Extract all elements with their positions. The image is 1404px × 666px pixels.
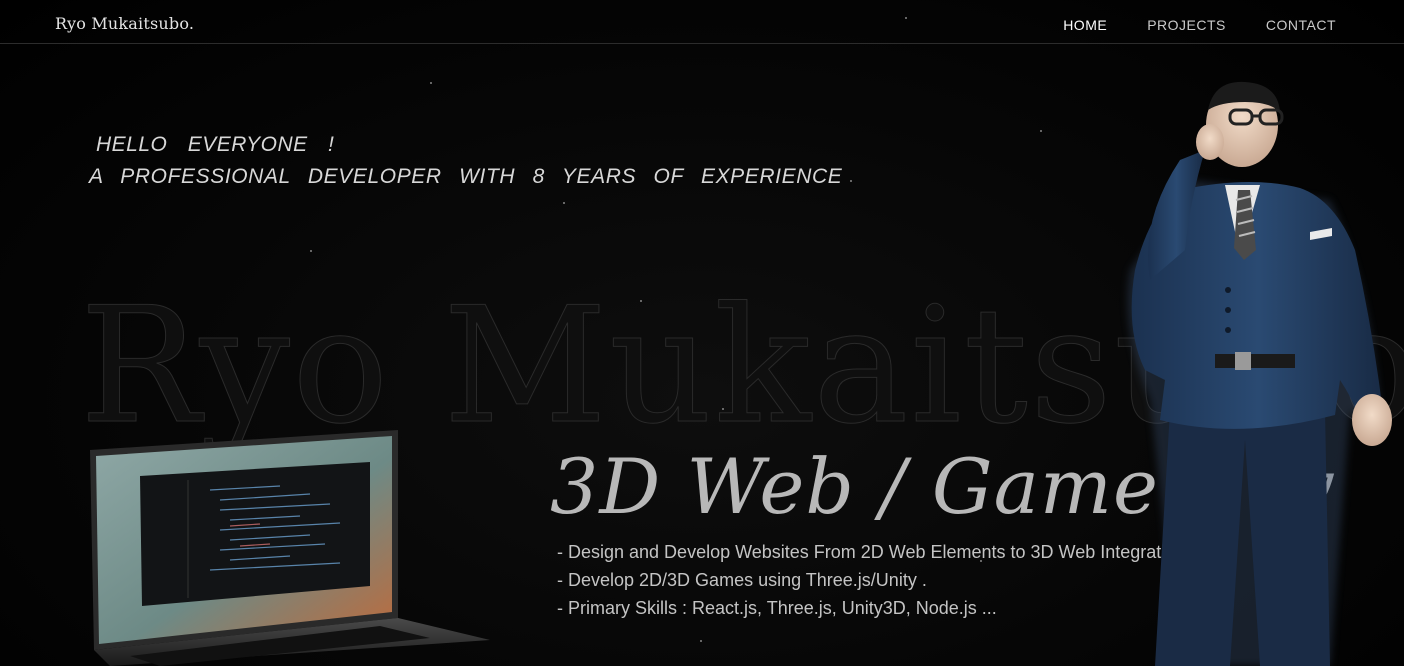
brand-logo[interactable]: Ryo Mukaitsubo. (55, 14, 194, 33)
skills-list: - Design and Develop Websites From 2D We… (557, 538, 1199, 622)
laptop-illustration (90, 430, 490, 666)
tagline-text: A PROFESSIONAL DEVELOPER WITH 8 YEARS OF… (89, 165, 843, 188)
nav-contact[interactable]: CONTACT (1266, 17, 1336, 33)
nav-projects[interactable]: PROJECTS (1147, 17, 1226, 33)
list-item: - Develop 2D/3D Games using Three.js/Uni… (557, 570, 927, 590)
hero-background: Ryo Mukaitsubo Ryo Mukaitsubo. HOME PROJ… (0, 0, 1404, 666)
list-item: - Primary Skills : React.js, Three.js, U… (557, 598, 997, 618)
greeting-text: HELLO EVERYONE ! (96, 133, 335, 156)
3d-character-avatar (1127, 81, 1392, 666)
nav-home[interactable]: HOME (1063, 17, 1107, 33)
top-navbar: Ryo Mukaitsubo. HOME PROJECTS CONTACT (0, 0, 1404, 44)
main-nav: HOME PROJECTS CONTACT (1063, 17, 1336, 33)
list-item: - Design and Develop Websites From 2D We… (557, 542, 1200, 562)
